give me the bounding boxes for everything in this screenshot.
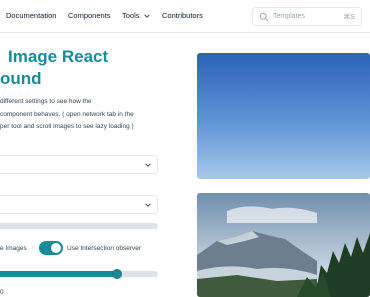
description-line-3: per tool and scroll images to see lazy l… — [0, 123, 134, 130]
slider-fill — [0, 271, 117, 277]
intersection-observer-label: Use Intersection observer — [67, 245, 142, 252]
bottom-value: 0 — [0, 289, 4, 296]
nav-contributors[interactable]: Contributors — [162, 11, 203, 20]
search-placeholder: Templates — [273, 12, 305, 20]
chevron-down-icon — [145, 203, 151, 207]
toggle-knob — [51, 243, 61, 253]
nav-documentation[interactable]: Documentation — [6, 11, 56, 20]
page-description: different settings to see how the compon… — [0, 96, 180, 134]
chevron-down-icon — [145, 163, 151, 167]
title-line-2: ound — [0, 69, 42, 88]
description-line-1: different settings to see how the — [0, 98, 92, 105]
nav-tools[interactable]: Tools — [122, 11, 151, 20]
search-box[interactable]: Templates ⌘S — [252, 7, 362, 26]
lazy-image-sky — [197, 53, 370, 179]
description-line-2: component behaves. ( open network tab in… — [0, 110, 134, 118]
title-line-1: Image React — [8, 47, 109, 66]
nav-components[interactable]: Components — [68, 11, 111, 20]
page-title: Image React ound — [0, 46, 190, 90]
select-dropdown-2[interactable] — [0, 195, 158, 214]
chevron-down-icon — [143, 13, 150, 18]
top-navbar: Documentation Components Tools Contribut… — [0, 0, 370, 33]
select-dropdown-1[interactable] — [0, 155, 158, 174]
search-shortcut: ⌘S — [343, 13, 355, 21]
nav-tools-label: Tools — [122, 11, 140, 20]
intersection-observer-toggle[interactable] — [39, 241, 63, 255]
search-icon — [259, 12, 269, 22]
slider-track-2[interactable] — [0, 269, 158, 279]
slider-thumb[interactable] — [112, 269, 122, 279]
slider-track-1[interactable] — [0, 223, 158, 229]
images-option-label: e Images — [0, 245, 27, 252]
lazy-image-mountains — [197, 193, 370, 297]
